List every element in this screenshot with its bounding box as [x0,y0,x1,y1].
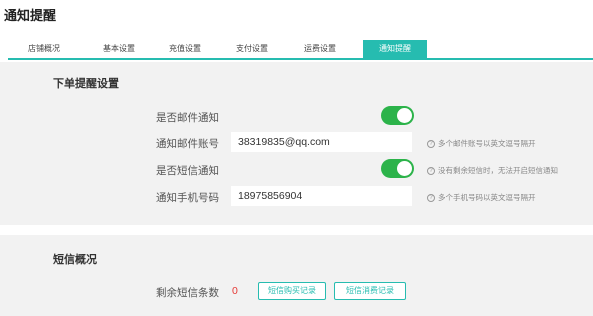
tab-shipping-settings[interactable]: 运费设置 [294,40,346,58]
tab-payment-settings[interactable]: 支付设置 [226,40,278,58]
email-notify-toggle[interactable] [381,106,414,125]
page-title: 通知提醒 [4,8,57,23]
sms-remaining-label: 剩余短信条数 [156,287,219,299]
sms-purchase-records-button[interactable]: 短信购买记录 [258,282,326,300]
sms-hint: ? 没有剩余短信时，无法开启短信通知 [427,165,558,176]
email-account-input[interactable] [231,132,412,152]
toggle-knob [397,161,412,176]
order-notify-title: 下单提醒设置 [53,78,119,90]
sms-remaining-count: 0 [232,285,238,297]
sms-overview-title: 短信概况 [53,254,97,266]
help-circle-icon: ? [427,140,435,149]
email-account-label: 通知邮件账号 [156,138,219,150]
tab-store-overview[interactable]: 店铺概况 [18,40,70,58]
tab-basic-settings[interactable]: 基本设置 [93,40,145,58]
tab-bar: 店铺概况 基本设置 充值设置 支付设置 运费设置 通知提醒 [8,40,593,60]
toggle-knob [397,108,412,123]
sms-notify-label: 是否短信通知 [156,165,219,177]
sms-usage-records-button[interactable]: 短信消费记录 [334,282,406,300]
email-notify-label: 是否邮件通知 [156,112,219,124]
tab-notifications[interactable]: 通知提醒 [363,40,427,58]
phone-hint: ? 多个手机号码以英文逗号隔开 [427,192,536,203]
help-circle-icon: ? [427,167,435,176]
sms-overview-panel [0,235,593,316]
help-circle-icon: ? [427,194,435,203]
tab-recharge-settings[interactable]: 充值设置 [159,40,211,58]
phone-label: 通知手机号码 [156,192,219,204]
sms-notify-toggle[interactable] [381,159,414,178]
phone-input[interactable] [231,186,412,206]
email-hint: ? 多个邮件账号以英文逗号隔开 [427,138,536,149]
